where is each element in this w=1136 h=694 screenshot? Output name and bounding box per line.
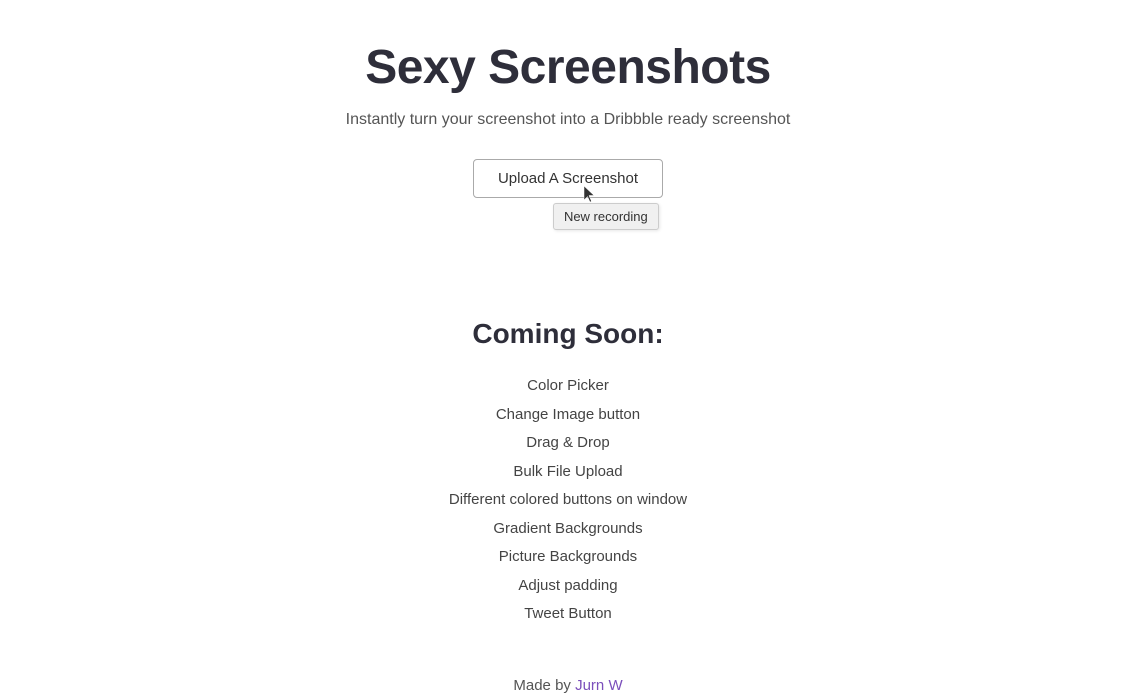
list-item: Change Image button (449, 401, 687, 430)
author-link[interactable]: Jurn W (575, 677, 623, 694)
upload-button[interactable]: Upload A Screenshot (473, 159, 663, 198)
list-item: Adjust padding (449, 572, 687, 601)
footer: Made by Jurn W (513, 677, 622, 694)
made-by-label: Made by (513, 677, 571, 694)
page-wrapper: Sexy Screenshots Instantly turn your scr… (0, 0, 1136, 694)
list-item: Color Picker (449, 372, 687, 401)
list-item: Gradient Backgrounds (449, 515, 687, 544)
list-item: Drag & Drop (449, 429, 687, 458)
coming-soon-list: Color PickerChange Image buttonDrag & Dr… (449, 372, 687, 629)
list-item: Tweet Button (449, 600, 687, 629)
coming-soon-title: Coming Soon: (449, 318, 687, 350)
list-item: Picture Backgrounds (449, 543, 687, 572)
coming-soon-section: Coming Soon: Color PickerChange Image bu… (449, 318, 687, 629)
list-item: Bulk File Upload (449, 458, 687, 487)
upload-area: Upload A Screenshot New recording (473, 159, 663, 198)
page-subtitle: Instantly turn your screenshot into a Dr… (346, 111, 791, 129)
new-recording-tooltip: New recording (553, 203, 659, 230)
page-title: Sexy Screenshots (365, 40, 771, 95)
list-item: Different colored buttons on window (449, 486, 687, 515)
